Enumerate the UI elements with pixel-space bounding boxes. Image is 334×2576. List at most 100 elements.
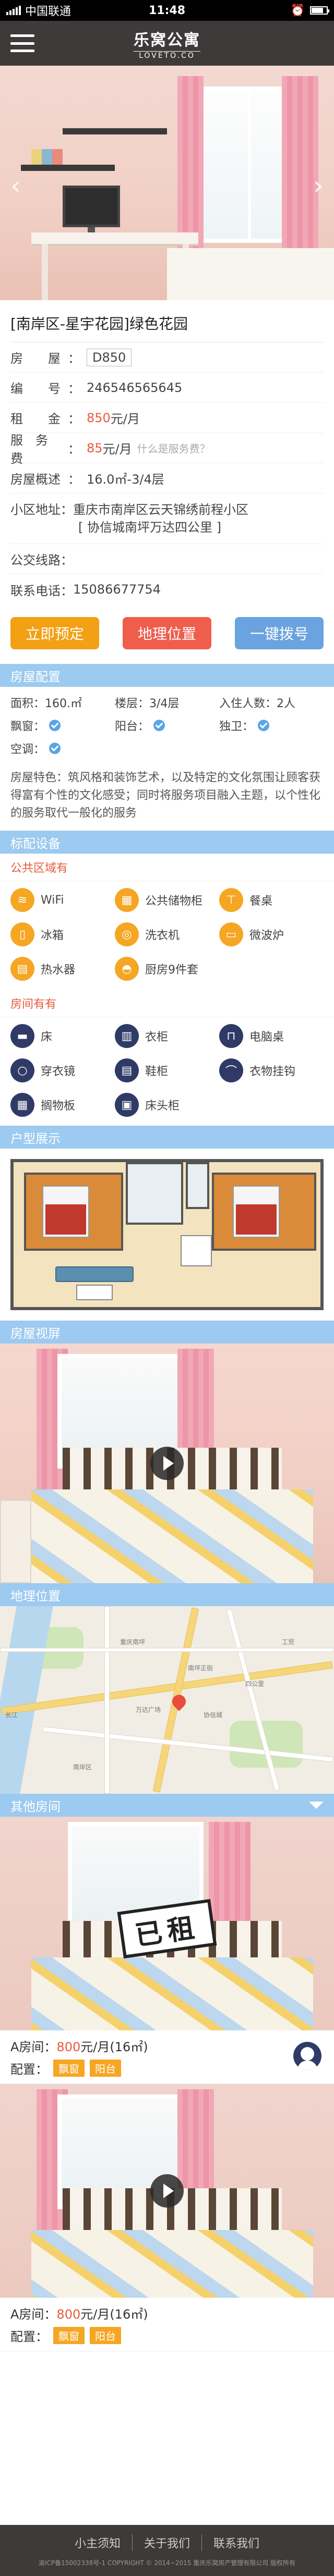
room-facilities-title: 房间有有: [0, 990, 334, 1017]
other-room-info: A房间：800元/月(16㎡) 配置： 飘窗 阳台: [0, 2030, 334, 2084]
signal-icon: [6, 6, 21, 15]
room-title: [南岸区-星宇花园]绿色花园: [10, 307, 324, 342]
facility-item: ⊓ 电脑桌: [219, 1020, 324, 1052]
service-fee-value: 85: [87, 440, 103, 455]
other-room-unit: 元/月(16㎡): [80, 2040, 148, 2054]
other-room-photo: [0, 2084, 334, 2298]
facility-item: ◓ 厨房9件套: [115, 953, 219, 984]
feature-tag: 飘窗: [53, 2060, 85, 2077]
transit-label: 公交线路: [10, 553, 61, 568]
nightstand-icon: ▣: [115, 1093, 139, 1117]
location-map[interactable]: 重庆南坪 南坪正街 万达广场 协信城 四公里 南岸区 工贸 长江: [0, 1606, 334, 1794]
facility-item: ▥ 衣柜: [115, 1020, 219, 1052]
wifi-icon: ≋: [10, 888, 34, 912]
config-floor: 楼层：3/4层: [115, 697, 180, 710]
config-aircon: 空调：: [10, 743, 45, 756]
address-line2: [ 协信城南坪万达四公里 ]: [78, 520, 221, 535]
section-header-facilities: 标配设备: [0, 831, 334, 854]
feature-tag: 阳台: [90, 2060, 121, 2077]
config-balcony: 阳台：: [115, 720, 150, 733]
other-room-photo: 已租: [0, 1817, 334, 2030]
brand-logo[interactable]: 乐窝公寓 LOVETO.CO: [134, 27, 200, 60]
menu-icon[interactable]: [10, 34, 34, 52]
action-bar: 立即预定 地理位置 一键拨号: [0, 605, 334, 664]
phone-value[interactable]: 15086677754: [73, 582, 161, 597]
address-line1: 重庆市南岸区云天锦绣前程小区: [73, 502, 248, 517]
location-button[interactable]: 地理位置: [123, 617, 211, 649]
map-label: 重庆南坪: [120, 1638, 146, 1646]
play-icon[interactable]: [150, 2174, 184, 2208]
info-row-phone: 联系电话： 15086677754: [10, 574, 324, 605]
page-footer: 小主须知 关于我们 联系我们 渝ICP备15002338号-1 COPYRIGH…: [0, 2525, 334, 2576]
other-room-price: 800: [56, 2040, 81, 2054]
phone-label: 联系电话: [10, 583, 61, 598]
room-feature-description: 房屋特色：筑风格和装饰艺术，以及特定的文化氛围让顾客获得富有个性的文化感受；同时…: [10, 771, 321, 820]
config-area: 面积：160.㎡: [10, 697, 82, 710]
rent-unit: 元/月: [110, 412, 140, 426]
facility-item: ▭ 微波炉: [219, 919, 324, 950]
copyright-text: 渝ICP备15002338号-1 COPYRIGHT © 2014~2015 重…: [38, 2559, 296, 2567]
alarm-icon: ⏰: [290, 4, 305, 17]
other-room-info: A房间：800元/月(16㎡) 配置： 飘窗 阳台: [0, 2298, 334, 2351]
public-facilities-grid: ≋ WiFi ▦ 公共储物柜 ⊤ 餐桌 ▯ 冰箱 ◎ 洗衣机 ▭ 微波炉 ▤ 热水器 ◓ 厨房9…: [0, 881, 334, 990]
facility-item: ▦ 公共储物柜: [115, 884, 219, 916]
footer-link-contact[interactable]: 联系我们: [202, 2534, 271, 2551]
other-room-unit: 元/月(16㎡): [80, 2307, 148, 2322]
facility-item: ◎ 洗衣机: [115, 919, 219, 950]
carrier-label: 中国联通: [25, 5, 71, 18]
facility-item: ⌒ 衣物挂钩: [219, 1055, 324, 1086]
info-row-rent: 租 金： 850 元/月: [10, 403, 324, 433]
facility-item: ⊤ 餐桌: [219, 884, 324, 916]
map-label: 工贸: [282, 1638, 295, 1646]
carousel-next-icon[interactable]: ›: [308, 170, 329, 201]
facility-item: ▦ 搁物板: [10, 1089, 115, 1120]
microwave-icon: ▭: [219, 922, 243, 946]
config-private-bath: 独卫：: [219, 720, 254, 733]
brand-domain: LOVETO.CO: [134, 51, 200, 60]
chevron-down-icon[interactable]: [309, 1802, 324, 1809]
play-icon[interactable]: [150, 1447, 184, 1480]
other-room-price: 800: [56, 2307, 81, 2322]
section-header-map: 地理位置: [0, 1583, 334, 1606]
call-button[interactable]: 一键拨号: [235, 617, 324, 649]
service-fee-unit: 元/月: [102, 442, 132, 457]
facility-item: ≋ WiFi: [10, 884, 115, 916]
room-video[interactable]: [0, 1344, 334, 1583]
agent-avatar[interactable]: [293, 2042, 321, 2070]
footer-link-notice[interactable]: 小主须知: [63, 2534, 133, 2551]
hanger-icon: ⌒: [219, 1058, 243, 1082]
section-header-other-rooms[interactable]: 其他房间: [0, 1794, 334, 1817]
info-row-overview: 房屋概述： 16.0㎡-3/4层: [10, 463, 324, 494]
facility-item: ▯ 冰箱: [10, 919, 115, 950]
carousel-prev-icon[interactable]: ‹: [5, 170, 26, 201]
info-label: 服 务 费: [10, 433, 61, 466]
brand-name: 乐窝公寓: [134, 31, 200, 50]
room-id: 246546565645: [87, 380, 183, 395]
floorplan-image[interactable]: [0, 1149, 334, 1321]
book-now-button[interactable]: 立即预定: [10, 617, 99, 649]
room-photo-carousel[interactable]: ‹ ›: [0, 66, 334, 300]
other-room-card[interactable]: A房间：800元/月(16㎡) 配置： 飘窗 阳台: [0, 2084, 334, 2351]
storage-cabinet-icon: ▦: [115, 888, 139, 912]
check-icon: [49, 720, 61, 731]
footer-link-about[interactable]: 关于我们: [133, 2534, 202, 2551]
map-label: 万达广场: [136, 1706, 161, 1714]
shoe-cabinet-icon: ▤: [115, 1058, 139, 1082]
other-room-card[interactable]: 已租 A房间：800元/月(16㎡) 配置： 飘窗 阳台: [0, 1817, 334, 2084]
other-room-name: A房间: [10, 2307, 44, 2322]
mirror-icon: ○: [10, 1058, 34, 1082]
service-fee-help-link[interactable]: 什么是服务费？: [137, 440, 210, 455]
shelf-icon: ▦: [10, 1093, 34, 1117]
top-nav: 乐窝公寓 LOVETO.CO: [0, 21, 334, 66]
kitchenware-icon: ◓: [115, 957, 139, 981]
facility-item: ▤ 鞋柜: [115, 1055, 219, 1086]
computer-desk-icon: ⊓: [219, 1024, 243, 1048]
map-label: 南岸区: [73, 1764, 92, 1771]
water-heater-icon: ▤: [10, 957, 34, 981]
check-icon: [153, 720, 165, 731]
info-row-address: 小区地址：重庆市南岸区云天锦绣前程小区 [ 协信城南坪万达四公里 ]: [10, 494, 324, 544]
facility-item: ▬ 床: [10, 1020, 115, 1052]
address-label: 小区地址: [10, 502, 61, 517]
wardrobe-icon: ▥: [115, 1024, 139, 1048]
section-header-video: 房屋视屏: [0, 1321, 334, 1344]
